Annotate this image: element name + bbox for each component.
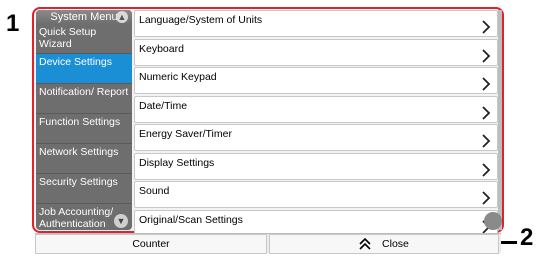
chevron-right-icon [481, 134, 491, 148]
settings-list-item[interactable]: Sound [134, 181, 498, 208]
settings-list-item[interactable]: Date/Time [134, 95, 498, 123]
settings-list-item[interactable]: Energy Saver/Timer [134, 124, 498, 151]
sidebar-item[interactable]: Device Settings [36, 54, 132, 84]
sidebar-item-label: Security Settings [39, 176, 118, 188]
settings-item-label: Date/Time [139, 99, 188, 112]
sidebar-item-label: Job Accounting/ Authentication [39, 206, 114, 230]
settings-list-item[interactable]: Display Settings [134, 152, 498, 180]
settings-list-item[interactable]: Numeric Keypad [134, 67, 498, 94]
sidebar-title: System Menu [50, 11, 118, 23]
chevron-right-icon [481, 48, 491, 63]
callout-number-2: 2 [520, 224, 534, 251]
chevron-right-icon [481, 105, 491, 120]
settings-list-item[interactable]: Language/System of Units [134, 10, 498, 37]
list-scrollbar[interactable] [498, 10, 502, 230]
sidebar-item-label: Notification/ Report [39, 86, 129, 98]
chevron-right-icon [481, 20, 491, 34]
sidebar-item-label: Device Settings [39, 56, 112, 68]
system-menu-sidebar: System Menu ▲ Quick Setup Wizard Device S… [36, 10, 132, 230]
chevron-right-icon [481, 77, 491, 91]
double-chevron-up-icon [359, 238, 371, 250]
sidebar-item[interactable]: Network Settings [36, 144, 132, 174]
close-label: Close [382, 238, 409, 250]
settings-item-label: Original/Scan Settings [139, 213, 243, 226]
settings-item-label: Keyboard [139, 42, 184, 55]
sidebar-item[interactable]: Quick Setup Wizard [36, 24, 132, 54]
chevron-up-icon[interactable]: ▲ [116, 11, 128, 23]
settings-list-item[interactable]: Keyboard [134, 38, 498, 66]
scroll-thumb[interactable] [484, 212, 502, 230]
settings-item-label: Display Settings [139, 156, 215, 169]
settings-item-label: Language/System of Units [139, 14, 263, 26]
counter-button[interactable]: Counter [35, 234, 267, 254]
close-button[interactable]: Close [269, 234, 499, 254]
sidebar-header: System Menu ▲ [36, 10, 132, 24]
callout-number-1: 1 [6, 10, 20, 37]
chevron-down-icon[interactable]: ▼ [114, 214, 128, 228]
settings-list: Language/System of Units Keyboard Numeric … [134, 10, 500, 237]
sidebar-item[interactable]: Notification/ Report [36, 84, 132, 114]
settings-item-label: Energy Saver/Timer [139, 128, 232, 140]
sidebar-item-label: Network Settings [39, 146, 119, 158]
counter-label: Counter [132, 238, 170, 250]
settings-item-label: Sound [139, 185, 170, 197]
chevron-right-icon [481, 191, 491, 205]
sidebar-item[interactable]: Function Settings [36, 114, 132, 144]
chevron-right-icon [481, 162, 491, 177]
sidebar-item[interactable]: Security Settings [36, 174, 132, 204]
sidebar-item-label: Function Settings [39, 116, 121, 128]
bottom-bar: Counter Close [35, 233, 501, 254]
sidebar-item-label: Quick Setup Wizard [39, 26, 97, 50]
settings-item-label: Numeric Keypad [139, 71, 217, 83]
